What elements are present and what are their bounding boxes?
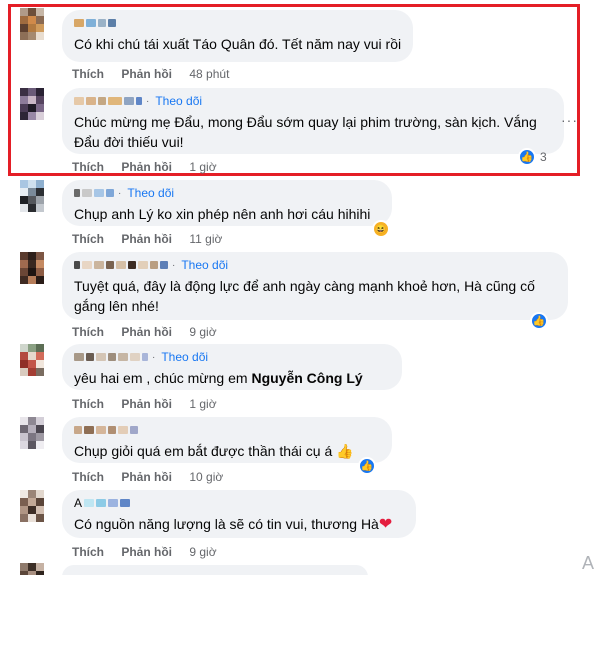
follow-link[interactable]: Theo dõi (161, 350, 208, 364)
reply-button[interactable]: Phản hồi (121, 160, 172, 174)
avatar[interactable] (20, 417, 50, 451)
like-icon[interactable]: 👍 (518, 148, 536, 166)
follow-link[interactable]: Theo dõi (127, 186, 174, 200)
haha-icon[interactable]: 😆 (372, 220, 390, 238)
reply-button[interactable]: Phản hồi (121, 67, 172, 81)
more-dots-icon[interactable]: ··· (561, 112, 578, 128)
comment-text-body: Có nguồn năng lượng là sẽ có tin vui, th… (74, 516, 379, 532)
author-name[interactable]: · Theo dõi (74, 350, 390, 364)
comment-text-prefix: yêu hai em , chúc mừng em (74, 370, 252, 386)
like-icon[interactable]: 👍 (530, 312, 548, 330)
reply-button[interactable]: Phản hồi (121, 232, 172, 246)
like-button[interactable]: Thích (72, 67, 104, 81)
author-name[interactable] (74, 423, 380, 437)
like-button[interactable]: Thích (72, 325, 104, 339)
timestamp[interactable]: 48 phút (189, 67, 229, 81)
avatar[interactable] (20, 88, 50, 122)
like-button[interactable]: Thích (72, 470, 104, 484)
comment-bubble: Chụp giỏi quá em bắt được thần thái cụ á… (62, 417, 392, 463)
reply-button[interactable]: Phản hồi (121, 397, 172, 411)
comment-actions: Thích Phản hồi 1 giờ (72, 160, 231, 174)
follow-link[interactable]: Theo dõi (181, 258, 228, 272)
avatar[interactable] (20, 563, 50, 575)
reply-button[interactable]: Phản hồi (121, 545, 172, 559)
comment-text: Có nguồn năng lượng là sẽ có tin vui, th… (74, 514, 404, 535)
like-button[interactable]: Thích (72, 397, 104, 411)
author-name[interactable]: · Theo dõi (74, 258, 556, 272)
timestamp[interactable]: 9 giờ (189, 545, 216, 559)
comment-actions: Thích Phản hồi 11 giờ (72, 232, 236, 246)
avatar[interactable] (20, 344, 50, 378)
comment-bubble: A Có nguồn năng lượng là sẽ có tin vui, … (62, 490, 416, 538)
like-button[interactable]: Thích (72, 160, 104, 174)
timestamp[interactable]: 1 giờ (189, 160, 216, 174)
timestamp[interactable]: 11 giờ (189, 232, 222, 246)
edge-glyph: A (581, 553, 594, 573)
comment-actions: Thích Phản hồi 48 phút (72, 67, 243, 81)
like-button[interactable]: Thích (72, 232, 104, 246)
comment-actions: Thích Phản hồi 9 giờ (72, 545, 231, 559)
like-button[interactable]: Thích (72, 545, 104, 559)
mention-link[interactable]: Nguyễn Công Lý (251, 370, 362, 386)
comment-bubble: · Theo dõi Chụp anh Lý ko xin phép nên a… (62, 180, 392, 226)
timestamp[interactable]: 1 giờ (189, 397, 216, 411)
thumbs-up-emoji-icon: 👍 (336, 443, 354, 459)
comment-bubble: Có khi chú tái xuất Táo Quân đó. Tết năm… (62, 10, 414, 62)
timestamp[interactable]: 9 giờ (189, 325, 216, 339)
avatar[interactable] (20, 252, 50, 286)
comment-text: Chụp giỏi quá em bắt được thần thái cụ á… (74, 441, 380, 461)
reply-button[interactable]: Phản hồi (121, 325, 172, 339)
blank-area (0, 575, 594, 648)
timestamp[interactable]: 10 giờ (189, 470, 223, 484)
comment-text: Tuyệt quá, đây là động lực để anh ngày c… (74, 278, 535, 314)
avatar[interactable] (20, 490, 50, 524)
comment-bubble: · Theo dõi Tuyệt quá, đây là động lực để… (62, 252, 568, 320)
comment-actions: Thích Phản hồi 1 giờ (72, 397, 231, 411)
comment-bubble: · Theo dõi Chúc mừng mẹ Đẩu, mong Đẩu sớ… (62, 88, 564, 154)
author-name[interactable]: · Theo dõi (74, 94, 552, 108)
comment-bubble: · Theo dõi yêu hai em , chúc mừng em Ngu… (62, 344, 402, 390)
author-name[interactable] (74, 16, 401, 30)
comment-actions: Thích Phản hồi 9 giờ (72, 325, 231, 339)
comment-text: Có khi chú tái xuất Táo Quân đó. Tết năm… (74, 36, 402, 52)
reply-button[interactable]: Phản hồi (121, 470, 172, 484)
comment-text-body: Chụp giỏi quá em bắt được thần thái cụ á (74, 443, 333, 459)
author-name[interactable]: A (74, 496, 404, 510)
author-name[interactable]: · Theo dõi (74, 186, 380, 200)
comment-text: Chúc mừng mẹ Đẩu, mong Đẩu sớm quay lại … (74, 114, 537, 150)
comment-actions: Thích Phản hồi 10 giờ (72, 470, 237, 484)
follow-link[interactable]: Theo dõi (155, 94, 202, 108)
comment-text: yêu hai em , chúc mừng em Nguyễn Công Lý (74, 368, 390, 388)
like-icon[interactable]: 👍 (358, 457, 376, 475)
avatar[interactable] (20, 8, 50, 42)
heart-emoji-icon: ❤ (378, 516, 393, 533)
author-initial: A (74, 496, 83, 510)
avatar[interactable] (20, 180, 50, 214)
comment-text: Chụp anh Lý ko xin phép nên anh hơi cáu … (74, 206, 371, 222)
reaction-count[interactable]: 3 (540, 150, 547, 164)
